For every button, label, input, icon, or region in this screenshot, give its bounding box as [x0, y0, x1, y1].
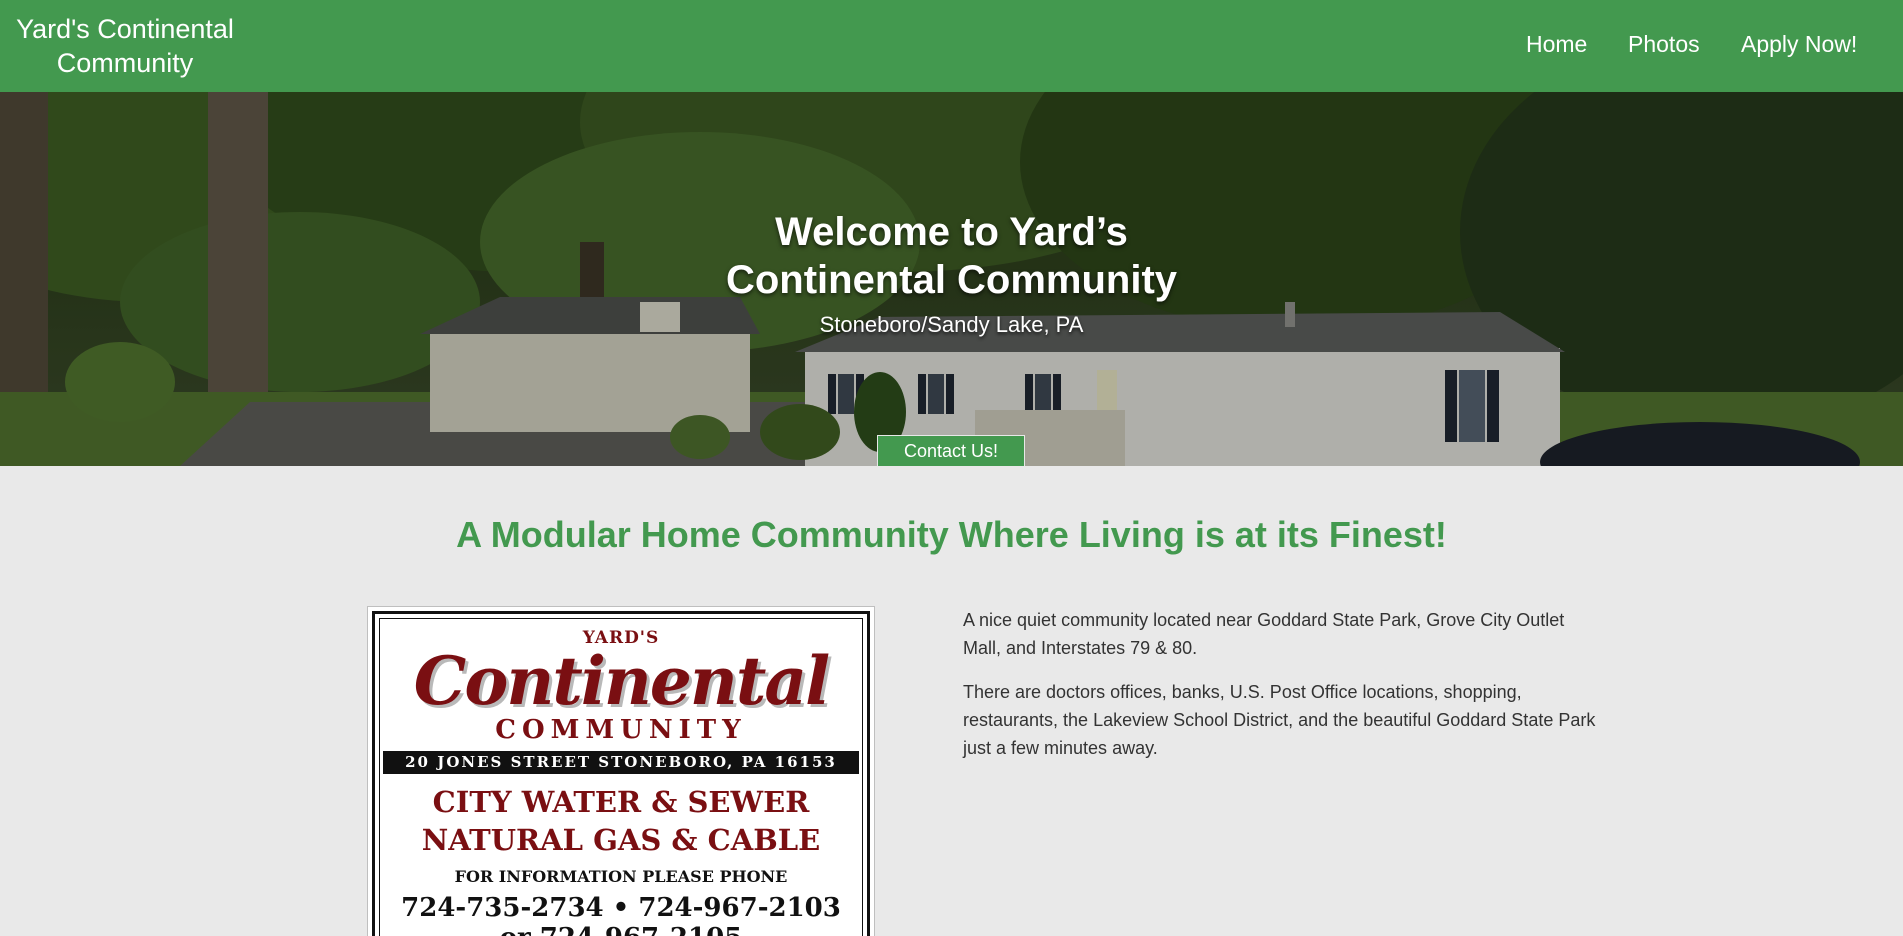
flyer-continental-text: Continental — [413, 642, 830, 720]
community-tagline: A Modular Home Community Where Living is… — [456, 514, 1447, 555]
brand-line2: Community — [56, 48, 194, 78]
flyer-info-text: FOR INFORMATION PLEASE PHONE — [454, 867, 788, 886]
description-paragraph-2: There are doctors offices, banks, U.S. P… — [963, 682, 1596, 758]
hero-subtitle: Stoneboro/Sandy Lake, PA — [819, 312, 1084, 337]
hero-banner: Welcome to Yard’s Continental Community … — [0, 92, 1903, 466]
brand-line1: Yard's Continental — [16, 14, 234, 44]
flyer-phones-line1: 724-735-2734 • 724-967-2103 — [401, 893, 841, 923]
hero-title-line1: Welcome to Yard’s — [775, 210, 1128, 254]
hero-title: Welcome to Yard’s Continental Community — [0, 208, 1903, 304]
brand-link[interactable]: Yard's Continental Community — [6, 12, 244, 80]
hero-title-line2: Continental Community — [725, 258, 1178, 302]
top-navbar: Yard's Continental Community Home Photos… — [0, 0, 1903, 92]
community-description: A nice quiet community located near Godd… — [963, 606, 1603, 778]
flyer-address: 20 JONES STREET STONEBORO, PA 16153 — [383, 751, 859, 774]
flyer-utilities: CITY WATER & SEWER NATURAL GAS & CABLE — [380, 783, 862, 859]
description-paragraph-1: A nice quiet community located near Godd… — [963, 610, 1565, 658]
flyer-phone-numbers: 724-735-2734 • 724-967-2103 or 724-967-2… — [380, 893, 862, 936]
flyer-utilities-line2: NATURAL GAS & CABLE — [421, 823, 821, 857]
nav-apply-link[interactable]: Apply Now! — [1741, 30, 1857, 58]
contact-us-button[interactable]: Contact Us! — [877, 435, 1025, 466]
flyer-utilities-line1: CITY WATER & SEWER — [432, 785, 810, 819]
nav-photos-link[interactable]: Photos — [1628, 30, 1700, 58]
flyer-phones-line2: or 724-967-2105 — [380, 923, 862, 936]
flyer-community-text: COMMUNITY — [495, 715, 747, 745]
nav-home-link[interactable]: Home — [1526, 30, 1587, 58]
community-flyer-image: YARD'S Continental COMMUNITY 20 JONES ST… — [367, 606, 875, 936]
